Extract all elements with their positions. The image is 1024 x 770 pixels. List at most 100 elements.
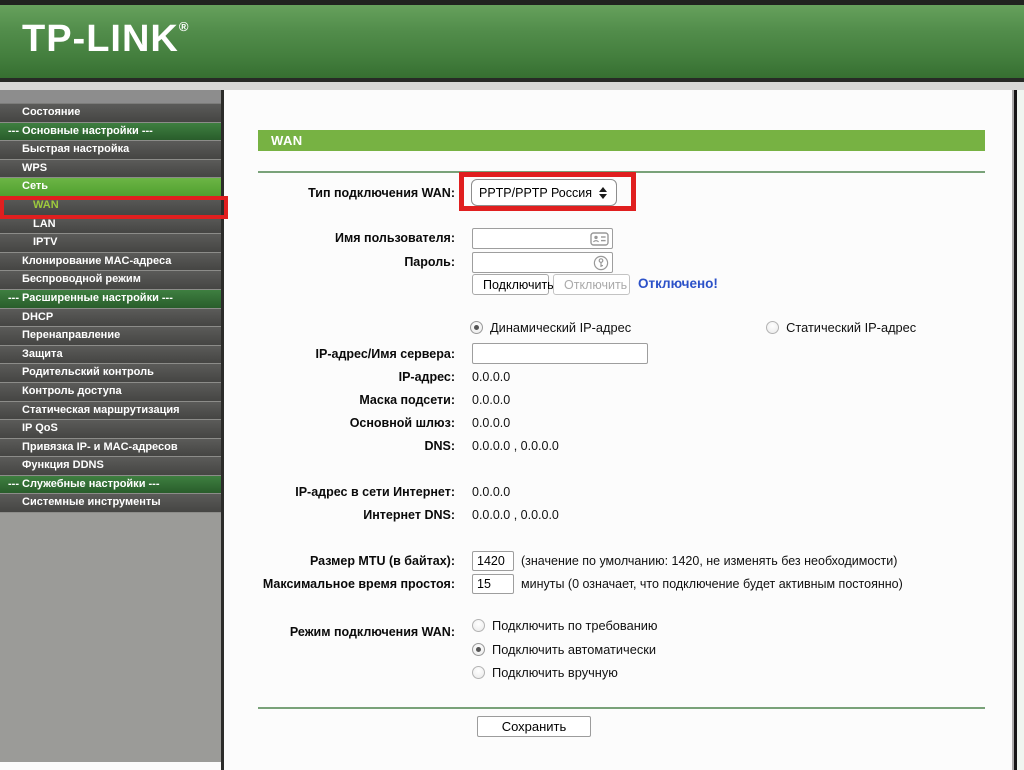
radio-option-label: Статический IP-адрес [786, 320, 917, 335]
sidebar-item[interactable]: Защита [0, 345, 221, 365]
username-label: Имя пользователя: [335, 231, 455, 245]
disconnect-button[interactable]: Отключить [553, 274, 630, 295]
username-field-wrap [472, 228, 613, 249]
sidebar-item[interactable]: Состояние [0, 104, 221, 123]
sidebar-item[interactable]: WAN [0, 196, 221, 216]
page-title: WAN [258, 130, 985, 151]
contact-card-icon[interactable] [590, 231, 609, 246]
brand-header: TP-LINK® [0, 5, 1024, 78]
browser-scrollbar-track[interactable] [1017, 90, 1024, 770]
idle-time-input[interactable] [472, 574, 514, 594]
inet-dns-value: 0.0.0.0 , 0.0.0.0 [472, 508, 559, 522]
sidebar-item[interactable]: Контроль доступа [0, 382, 221, 402]
sidebar-item[interactable]: Перенаправление [0, 327, 221, 346]
ip-mode-radio-group: Динамический IP-адрес Статический IP-адр… [470, 320, 916, 335]
sidebar-item-label: Родительский контроль [22, 366, 154, 379]
wan-mode-radio-option[interactable]: Подключить автоматически [472, 642, 658, 657]
password-input[interactable] [473, 253, 593, 272]
sidebar-item[interactable]: Беспроводной режим [0, 271, 221, 290]
sidebar-item-label: DHCP [22, 310, 54, 323]
router-admin-screen: TP-LINK® Состояние --- Основные настройк… [0, 0, 1024, 770]
mask-label: Маска подсети: [359, 393, 455, 407]
header-gray-strip [0, 82, 1024, 90]
ip-value: 0.0.0.0 [472, 370, 511, 384]
inet-dns-label: Интернет DNS: [363, 508, 455, 522]
connection-type-value: PPTP/PPTP Россия [478, 185, 592, 200]
body-row: Состояние --- Основные настройки --- Быс… [0, 90, 1024, 770]
sidebar-filler [0, 513, 221, 762]
ip-mode-radio-option[interactable]: Статический IP-адрес [766, 320, 916, 335]
sidebar-item[interactable]: IP QoS [0, 420, 221, 439]
password-label: Пароль: [404, 255, 455, 269]
sidebar-item-label: Сеть [22, 180, 49, 193]
sidebar-item[interactable]: Статическая маршрутизация [0, 401, 221, 421]
sidebar-item-label: Функция DDNS [22, 459, 104, 472]
sidebar-item[interactable]: IPTV [0, 234, 221, 253]
wan-mode-radio-option[interactable]: Подключить по требованию [472, 618, 658, 633]
wan-mode-label: Режим подключения WAN: [289, 625, 455, 639]
tplink-logo: TP-LINK® [22, 18, 189, 61]
ip-label: IP-адрес: [398, 370, 455, 384]
sidebar-item-label: Защита [22, 347, 63, 360]
sidebar-menu: Состояние --- Основные настройки --- Быс… [0, 90, 224, 770]
idle-time-label: Максимальное время простоя: [262, 577, 455, 591]
wan-mode-radio-option[interactable]: Подключить вручную [472, 665, 658, 680]
sidebar-item-label: --- Служебные настройки --- [8, 477, 160, 490]
radio-option-label: Подключить по требованию [492, 618, 658, 633]
dns-label: DNS: [424, 439, 455, 453]
sidebar-item-label: Привязка IP- и MAC-адресов [22, 440, 178, 453]
sidebar-item-label: WPS [22, 161, 48, 174]
mtu-input[interactable] [472, 551, 514, 571]
sidebar-item-label: Клонирование MAC-адреса [22, 254, 172, 267]
mtu-note: (значение по умолчанию: 1420, не изменят… [521, 554, 898, 568]
sidebar-item[interactable]: Функция DDNS [0, 457, 221, 476]
radio-option-label: Подключить вручную [492, 665, 618, 680]
server-input[interactable] [473, 344, 647, 363]
sidebar-item-label: Статическая маршрутизация [22, 403, 180, 416]
username-input[interactable] [473, 229, 590, 248]
password-field-wrap [472, 252, 613, 273]
sidebar-item-label: Контроль доступа [22, 384, 122, 397]
sidebar-item-label: Системные инструменты [22, 496, 161, 509]
idle-time-note: минуты (0 означает, что подключение буде… [521, 577, 903, 591]
sidebar-item[interactable]: Быстрая настройка [0, 141, 221, 160]
connect-button[interactable]: Подключить [472, 274, 554, 295]
sidebar-item-label: LAN [33, 217, 56, 230]
key-icon[interactable] [593, 255, 609, 271]
server-label: IP-адрес/Имя сервера: [315, 347, 455, 361]
sidebar-item[interactable]: --- Служебные настройки --- [0, 475, 221, 495]
sidebar-item[interactable]: DHCP [0, 308, 221, 328]
save-button[interactable]: Сохранить [477, 716, 591, 737]
form-top-divider [258, 171, 985, 173]
sidebar-item-label: IPTV [33, 236, 58, 249]
sidebar-item-label: --- Расширенные настройки --- [8, 291, 173, 304]
sidebar-bottom-strip [0, 762, 221, 770]
connection-type-select[interactable]: PPTP/PPTP Россия [471, 179, 617, 206]
radio-option-label: Динамический IP-адрес [490, 320, 632, 335]
connection-type-label: Тип подключения WAN: [308, 186, 455, 200]
sidebar-item-label: IP QoS [22, 422, 58, 435]
sidebar-item-label: WAN [33, 198, 59, 211]
radio-icon [472, 619, 485, 632]
sidebar-item[interactable]: --- Расширенные настройки --- [0, 289, 221, 309]
sidebar-item[interactable]: Привязка IP- и MAC-адресов [0, 438, 221, 458]
sidebar-item[interactable]: LAN [0, 215, 221, 235]
sidebar-item[interactable]: --- Основные настройки --- [0, 122, 221, 142]
sidebar-item[interactable]: Родительский контроль [0, 364, 221, 383]
sidebar-item-label: Быстрая настройка [22, 143, 130, 156]
server-field-wrap [472, 343, 648, 364]
ip-mode-radio-option[interactable]: Динамический IP-адрес [470, 320, 631, 335]
select-stepper-icon [599, 186, 607, 199]
dns-value: 0.0.0.0 , 0.0.0.0 [472, 439, 559, 453]
sidebar-item[interactable]: Сеть [0, 178, 221, 197]
radio-icon [470, 321, 483, 334]
registered-mark: ® [178, 19, 190, 34]
sidebar-item-label: --- Основные настройки --- [8, 124, 153, 137]
sidebar-item[interactable]: Системные инструменты [0, 494, 221, 514]
sidebar-top-cap [0, 90, 221, 104]
wan-mode-radio-group: Подключить по требованию Подключить авто… [472, 618, 658, 680]
gateway-label: Основной шлюз: [349, 416, 455, 430]
sidebar-item[interactable]: Клонирование MAC-адреса [0, 252, 221, 272]
sidebar-item-label: Перенаправление [22, 329, 121, 342]
sidebar-item[interactable]: WPS [0, 159, 221, 179]
